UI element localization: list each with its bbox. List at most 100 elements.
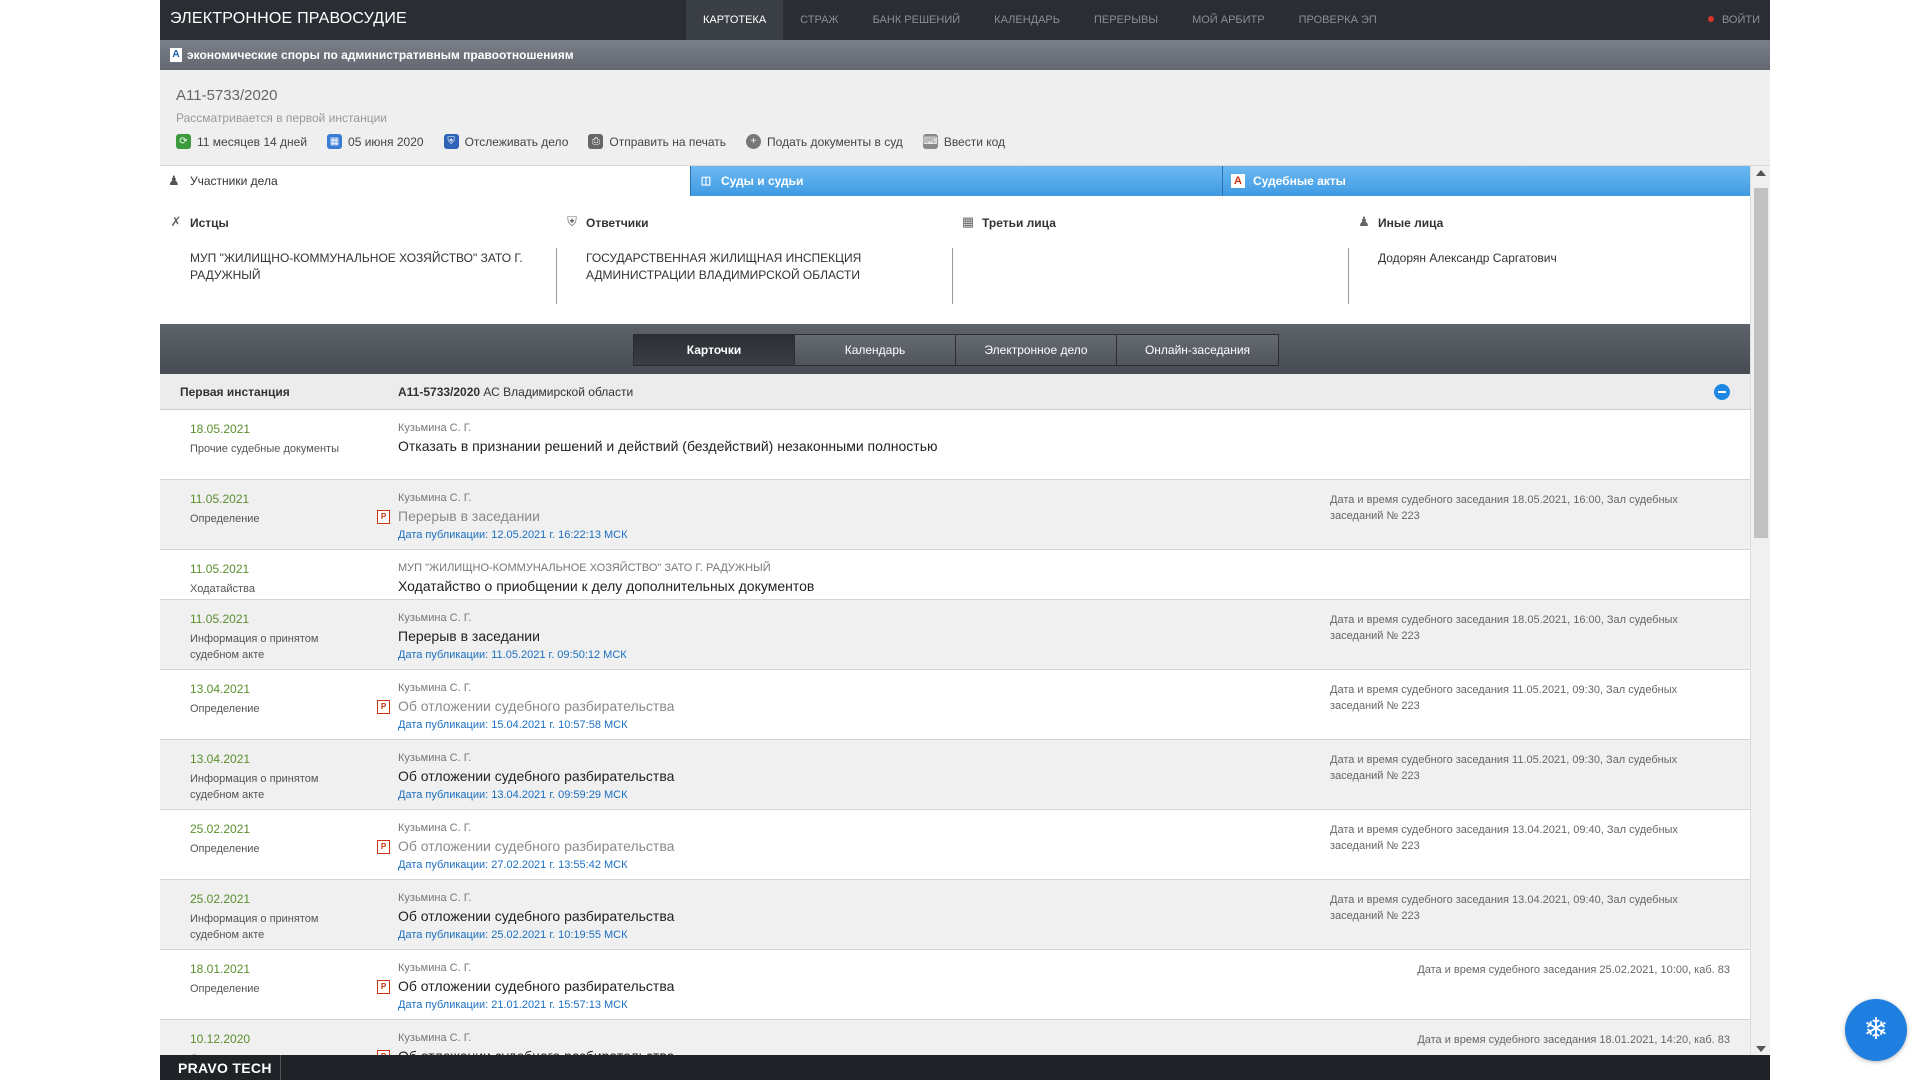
document-row: 18.01.2021 Определение P Кузьмина С. Г. Об о… [160,950,1750,1020]
collapse-minus-icon[interactable] [1714,384,1730,400]
publication-date-link[interactable]: Дата публикации: 12.05.2021 г. 16:22:13 … [398,529,628,541]
document-title[interactable]: Об отложении судебного разбирательства [398,1048,674,1055]
case-number: А11-5733/2020 [176,87,278,104]
publication-date-link[interactable]: Дата публикации: 15.04.2021 г. 10:57:58 … [398,719,628,731]
instance-case-number: А11-5733/2020 [398,385,481,399]
hearing-note: Дата и время судебного заседания 11.05.2… [1330,754,1678,782]
case-action[interactable]: ⌨ Ввести код [922,134,1005,149]
view-tab[interactable]: Карточки [634,335,795,365]
info-tabs: ♟ Участники дела ◫ Суды и судьи A Судебн… [160,166,1750,196]
publication-date-link[interactable]: Дата публикации: 27.02.2021 г. 13:55:42 … [398,859,628,871]
document-date: 13.04.2021 [190,682,251,696]
document-row: 11.05.2021 Ходатайства МУП "ЖИЛИЩНО-КОММУН… [160,550,1750,600]
document-author: Кузьмина С. Г. [398,752,472,764]
tab-participants-label: Участники дела [190,174,278,188]
nav-item[interactable]: КАЛЕНДАРЬ [977,0,1077,40]
case-action[interactable]: ⛨ Отслеживать дело [443,134,569,149]
document-type: Определение [190,703,260,715]
group-icon: ▦ [961,214,975,229]
tab-courts-label: Суды и судьи [721,174,804,188]
nav-item[interactable]: СТРАЖ [783,0,855,40]
document-date: 13.04.2021 [190,752,251,766]
login-link[interactable]: ВОЙТИ [1707,0,1760,40]
document-title[interactable]: Перерыв в заседании [398,508,540,524]
document-type: Определение [190,983,260,995]
nav-item[interactable]: БАНК РЕШЕНИЙ [856,0,978,40]
case-actions: ⟳ 11 месяцев 14 дней ▦ 05 июня 2020 ⛨ Отслежи… [176,134,1005,149]
nav-item[interactable]: КАРТОТЕКА [686,0,784,40]
instance-court: АС Владимирской области [483,385,634,399]
scroll-down-icon[interactable] [1756,1046,1766,1052]
pdf-icon[interactable]: P [377,980,390,994]
pdf-icon[interactable]: P [377,840,390,854]
party-name[interactable]: ГОСУДАРСТВЕННАЯ ЖИЛИЩНАЯ ИНСПЕКЦИЯ АДМИН… [586,250,936,284]
tab-participants[interactable]: ♟ Участники дела [160,166,690,196]
view-tab[interactable]: Календарь [795,335,956,365]
scrollbar-thumb[interactable] [1754,188,1768,538]
hearing-note: Дата и время судебного заседания 11.05.2… [1330,684,1678,712]
publication-date-link[interactable]: Дата публикации: 11.05.2021 г. 09:50:12 … [398,649,627,661]
document-title[interactable]: Об отложении судебного разбирательства [398,978,674,994]
emblem-icon[interactable]: ❄ [1845,999,1907,1061]
document-title[interactable]: Об отложении судебного разбирательства [398,838,674,854]
party-title: Иные лица [1378,216,1444,230]
instance-header: Первая инстанция А11-5733/2020 АС Владим… [160,374,1750,410]
tab-acts[interactable]: A Судебные акты [1222,166,1750,196]
view-tab[interactable]: Электронное дело [956,335,1117,365]
category-bar: A экономические споры по административны… [160,40,1770,70]
party-name[interactable]: МУП "ЖИЛИЩНО-КОММУНАЛЬНОЕ ХОЗЯЙСТВО" ЗАТ… [190,250,540,284]
document-date: 11.05.2021 [190,492,250,506]
party-name[interactable]: Додорян Александр Саргатович [1378,250,1728,267]
document-title[interactable]: Ходатайство о приобщении к делу дополнит… [398,578,814,594]
pdf-icon: A [1231,174,1245,188]
view-tab[interactable]: Онлайн-заседания [1117,335,1278,365]
case-action-label: 05 июня 2020 [348,134,424,149]
tab-courts[interactable]: ◫ Суды и судьи [690,166,1222,196]
case-action-label: Отправить на печать [609,134,727,149]
nav-item[interactable]: ПЕРЕРЫВЫ [1077,0,1175,40]
case-action[interactable]: ▦ 05 июня 2020 [327,134,424,149]
document-row: 13.04.2021 Информация о принятом судебном… [160,740,1750,810]
document-title[interactable]: Отказать в признании решений и действий … [398,438,938,454]
case-action[interactable]: ⎙ Отправить на печать [588,134,726,149]
document-type: Информация о принятом судебном акте [190,773,319,801]
case-action[interactable]: ⟳ 11 месяцев 14 дней [176,134,307,149]
party-divider [952,248,953,304]
footer-logo[interactable]: PRAVO TECH [178,1060,272,1076]
pdf-icon[interactable]: P [377,510,390,524]
document-row: 11.05.2021 Информация о принятом судебном… [160,600,1750,670]
publication-date-link[interactable]: Дата публикации: 21.01.2021 г. 15:57:13 … [398,999,628,1011]
party-column: ♟ Иные лица Додорян Александр Саргатович [1348,196,1744,324]
publication-date-link[interactable]: Дата публикации: 13.04.2021 г. 09:59:29 … [398,789,628,801]
scroll-up-icon[interactable] [1756,170,1766,176]
party-divider [1348,248,1349,304]
nav-item[interactable]: МОЙ АРБИТР [1175,0,1282,40]
document-title[interactable]: Об отложении судебного разбирательства [398,698,674,714]
nav-item[interactable]: ПРОВЕРКА ЭП [1282,0,1394,40]
party-title: Истцы [190,216,229,230]
pdf-icon[interactable]: P [377,700,390,714]
calendar-icon: ▦ [327,134,343,149]
hearing-note: Дата и время судебного заседания 13.04.2… [1330,824,1678,852]
shield-icon: ⛨ [567,214,577,229]
document-author: Кузьмина С. Г. [398,612,472,624]
login-label: ВОЙТИ [1721,14,1760,26]
brand-title[interactable]: ЭЛЕКТРОННОЕ ПРАВОСУДИЕ [170,10,407,28]
case-action-label: Отслеживать дело [464,134,569,149]
document-title[interactable]: Перерыв в заседании [398,628,540,644]
party-divider [556,248,557,304]
case-status: Рассматривается в первой инстанции [176,111,387,125]
tab-acts-label: Судебные акты [1253,174,1346,188]
scrollbar[interactable] [1750,166,1770,1056]
hearing-note: Дата и время судебного заседания 13.04.2… [1330,894,1678,922]
party-column: ▦ Третьи лица [952,196,1348,324]
scales-icon: ✗ [170,214,182,229]
printer-icon: ⎙ [588,134,604,149]
document-row: 25.02.2021 Информация о принятом судебном… [160,880,1750,950]
document-title[interactable]: Об отложении судебного разбирательства [398,908,674,924]
document-title[interactable]: Об отложении судебного разбирательства [398,768,674,784]
case-action[interactable]: + Подать документы в суд [746,134,903,149]
document-author: Кузьмина С. Г. [398,962,472,974]
publication-date-link[interactable]: Дата публикации: 25.02.2021 г. 10:19:55 … [398,929,628,941]
footer-divider [280,1055,281,1080]
